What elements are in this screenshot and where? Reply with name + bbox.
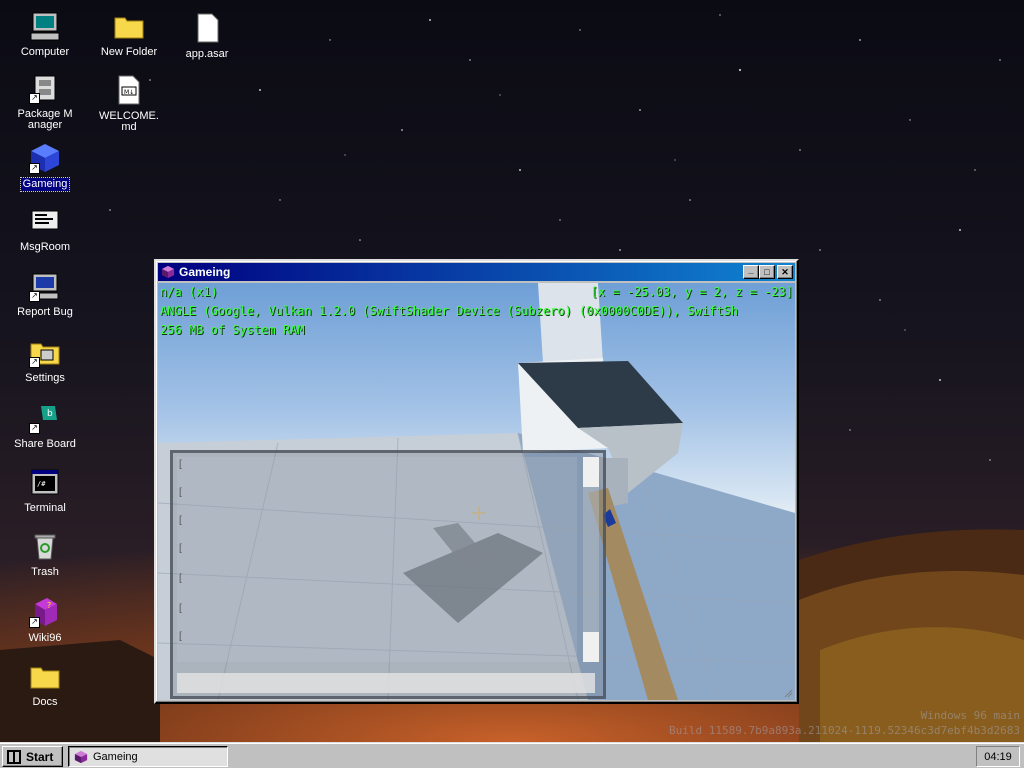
hud-ram-info: 256 MB of System RAM bbox=[160, 323, 305, 337]
start-label: Start bbox=[26, 749, 54, 764]
desktop-icon-label: New Folder bbox=[100, 46, 158, 58]
desktop-icon-trash[interactable]: Trash bbox=[10, 530, 80, 579]
window-title: Gameing bbox=[179, 265, 231, 279]
desktop-icon-new-folder[interactable]: New Folder bbox=[94, 10, 164, 59]
gameing-cube-icon bbox=[161, 265, 175, 279]
shortcut-arrow-icon: ↗ bbox=[29, 291, 40, 302]
taskbar-item-gameing[interactable]: Gameing bbox=[68, 746, 228, 767]
desktop-icon-wiki96[interactable]: ? ↗ Wiki96 bbox=[10, 596, 80, 645]
svg-text:b: b bbox=[47, 409, 53, 419]
maximize-button[interactable]: □ bbox=[759, 265, 775, 279]
desktop-icon-label: app.asar bbox=[185, 48, 229, 60]
report-bug-icon: ↗ bbox=[29, 270, 61, 302]
gameing-cube-icon bbox=[74, 750, 88, 763]
trash-icon bbox=[29, 530, 61, 562]
minimize-icon: _ bbox=[748, 265, 754, 275]
desktop-icon-label: Report Bug bbox=[17, 306, 73, 318]
clock-time: 04:19 bbox=[984, 750, 1012, 763]
shortcut-arrow-icon: ↗ bbox=[29, 93, 40, 104]
taskbar-item-label: Gameing bbox=[93, 750, 138, 763]
terminal-icon: /# bbox=[29, 466, 61, 498]
game-viewport[interactable]: n/a (x1) [x = -25.03, y = 2, z = -23] AN… bbox=[158, 283, 795, 700]
watermark-line-2: Build 11589.7b9a893a.211024-1119.52346c3… bbox=[669, 724, 1020, 737]
start-button[interactable]: Start bbox=[2, 746, 63, 767]
gameing-cube-icon: ↗ bbox=[29, 142, 61, 174]
chat-line-marker: [ bbox=[179, 543, 182, 554]
system-tray-clock[interactable]: 04:19 bbox=[976, 746, 1020, 767]
desktop-icon-welcome-md[interactable]: M↓ WELCOME.md bbox=[94, 74, 164, 134]
svg-text:?: ? bbox=[47, 601, 51, 610]
desktop-icon-label: Gameing bbox=[19, 177, 71, 192]
build-watermark: Windows 96 main Build 11589.7b9a893a.211… bbox=[669, 709, 1020, 737]
chat-line-marker: [ bbox=[179, 573, 182, 584]
desktop-icon-label: Wiki96 bbox=[28, 632, 62, 644]
folder-icon bbox=[113, 10, 145, 42]
close-icon: ✕ bbox=[781, 266, 789, 277]
computer-icon bbox=[29, 10, 61, 42]
chat-line-marker: [ bbox=[179, 487, 182, 498]
markdown-file-icon: M↓ bbox=[113, 74, 145, 106]
chat-scrollbar[interactable] bbox=[583, 457, 599, 662]
chat-input[interactable] bbox=[177, 673, 595, 693]
desktop-icon-label: WELCOME.md bbox=[99, 110, 159, 133]
hud-renderer-info: ANGLE (Google, Vulkan 1.2.0 (SwiftShader… bbox=[160, 304, 738, 318]
shortcut-arrow-icon: ↗ bbox=[29, 617, 40, 628]
desktop-icon-msgroom[interactable]: MsgRoom bbox=[10, 205, 80, 254]
close-button[interactable]: ✕ bbox=[777, 265, 793, 279]
desktop-icon-label: Docs bbox=[32, 696, 58, 708]
settings-icon: ↗ bbox=[29, 336, 61, 368]
desktop-icon-report-bug[interactable]: ↗ Report Bug bbox=[10, 270, 80, 319]
desktop-icon-terminal[interactable]: /# Terminal bbox=[10, 466, 80, 515]
chat-line-marker: [ bbox=[179, 459, 182, 470]
desktop-icon-computer[interactable]: Computer bbox=[10, 10, 80, 59]
minimize-button[interactable]: _ bbox=[743, 265, 759, 279]
chat-log: [ [ [ [ [ [ [ bbox=[177, 457, 577, 662]
svg-text:/#: /# bbox=[37, 480, 46, 488]
chat-panel: [ [ [ [ [ [ [ bbox=[170, 450, 606, 699]
shortcut-arrow-icon: ↗ bbox=[29, 357, 40, 368]
desktop-icon-settings[interactable]: ↗ Settings bbox=[10, 336, 80, 385]
desktop-icon-label: Computer bbox=[20, 46, 70, 58]
desktop-icon-label: Package Manager bbox=[17, 108, 73, 131]
desktop-icon-app-asar[interactable]: app.asar bbox=[172, 12, 242, 61]
watermark-line-1: Windows 96 main bbox=[920, 709, 1020, 722]
taskbar: Start Gameing 04:19 bbox=[0, 742, 1024, 768]
maximize-icon: □ bbox=[764, 267, 770, 277]
msgroom-icon bbox=[29, 205, 61, 237]
chat-scroll-thumb-top[interactable] bbox=[583, 457, 599, 487]
share-board-icon: b ↗ bbox=[29, 402, 61, 434]
desktop-icon-share-board[interactable]: b ↗ Share Board bbox=[10, 402, 80, 451]
desktop-icon-label: MsgRoom bbox=[19, 241, 71, 253]
chat-line-marker: [ bbox=[179, 603, 182, 614]
desktop-icon-docs[interactable]: Docs bbox=[10, 660, 80, 709]
desktop-icon-package-manager[interactable]: ↗ Package Manager bbox=[10, 72, 80, 132]
svg-text:M↓: M↓ bbox=[124, 89, 134, 96]
chat-line-marker: [ bbox=[179, 631, 182, 642]
package-manager-icon: ↗ bbox=[29, 72, 61, 104]
desktop-icon-label: Trash bbox=[31, 566, 59, 578]
hud-coordinates: [x = -25.03, y = 2, z = -23] bbox=[590, 285, 793, 299]
window-titlebar[interactable]: Gameing _ □ ✕ bbox=[158, 263, 795, 281]
chat-line-marker: [ bbox=[179, 515, 182, 526]
shortcut-arrow-icon: ↗ bbox=[29, 423, 40, 434]
gameing-window[interactable]: Gameing _ □ ✕ n/a (x1) [x = -25.03, y = … bbox=[154, 259, 799, 704]
file-icon bbox=[191, 12, 223, 44]
folder-icon bbox=[29, 660, 61, 692]
start-logo-icon bbox=[7, 749, 21, 764]
chat-scroll-thumb-bottom[interactable] bbox=[583, 632, 599, 662]
desktop-icon-label: Terminal bbox=[24, 502, 66, 514]
resize-grip-icon[interactable] bbox=[783, 688, 793, 698]
hud-fps-line: n/a (x1) bbox=[160, 285, 218, 299]
wiki-book-icon: ? ↗ bbox=[29, 596, 61, 628]
desktop-icon-label: Settings bbox=[25, 372, 65, 384]
desktop-icon-label: Share Board bbox=[14, 438, 76, 450]
shortcut-arrow-icon: ↗ bbox=[29, 163, 40, 174]
desktop-icon-gameing[interactable]: ↗ Gameing bbox=[10, 142, 80, 192]
